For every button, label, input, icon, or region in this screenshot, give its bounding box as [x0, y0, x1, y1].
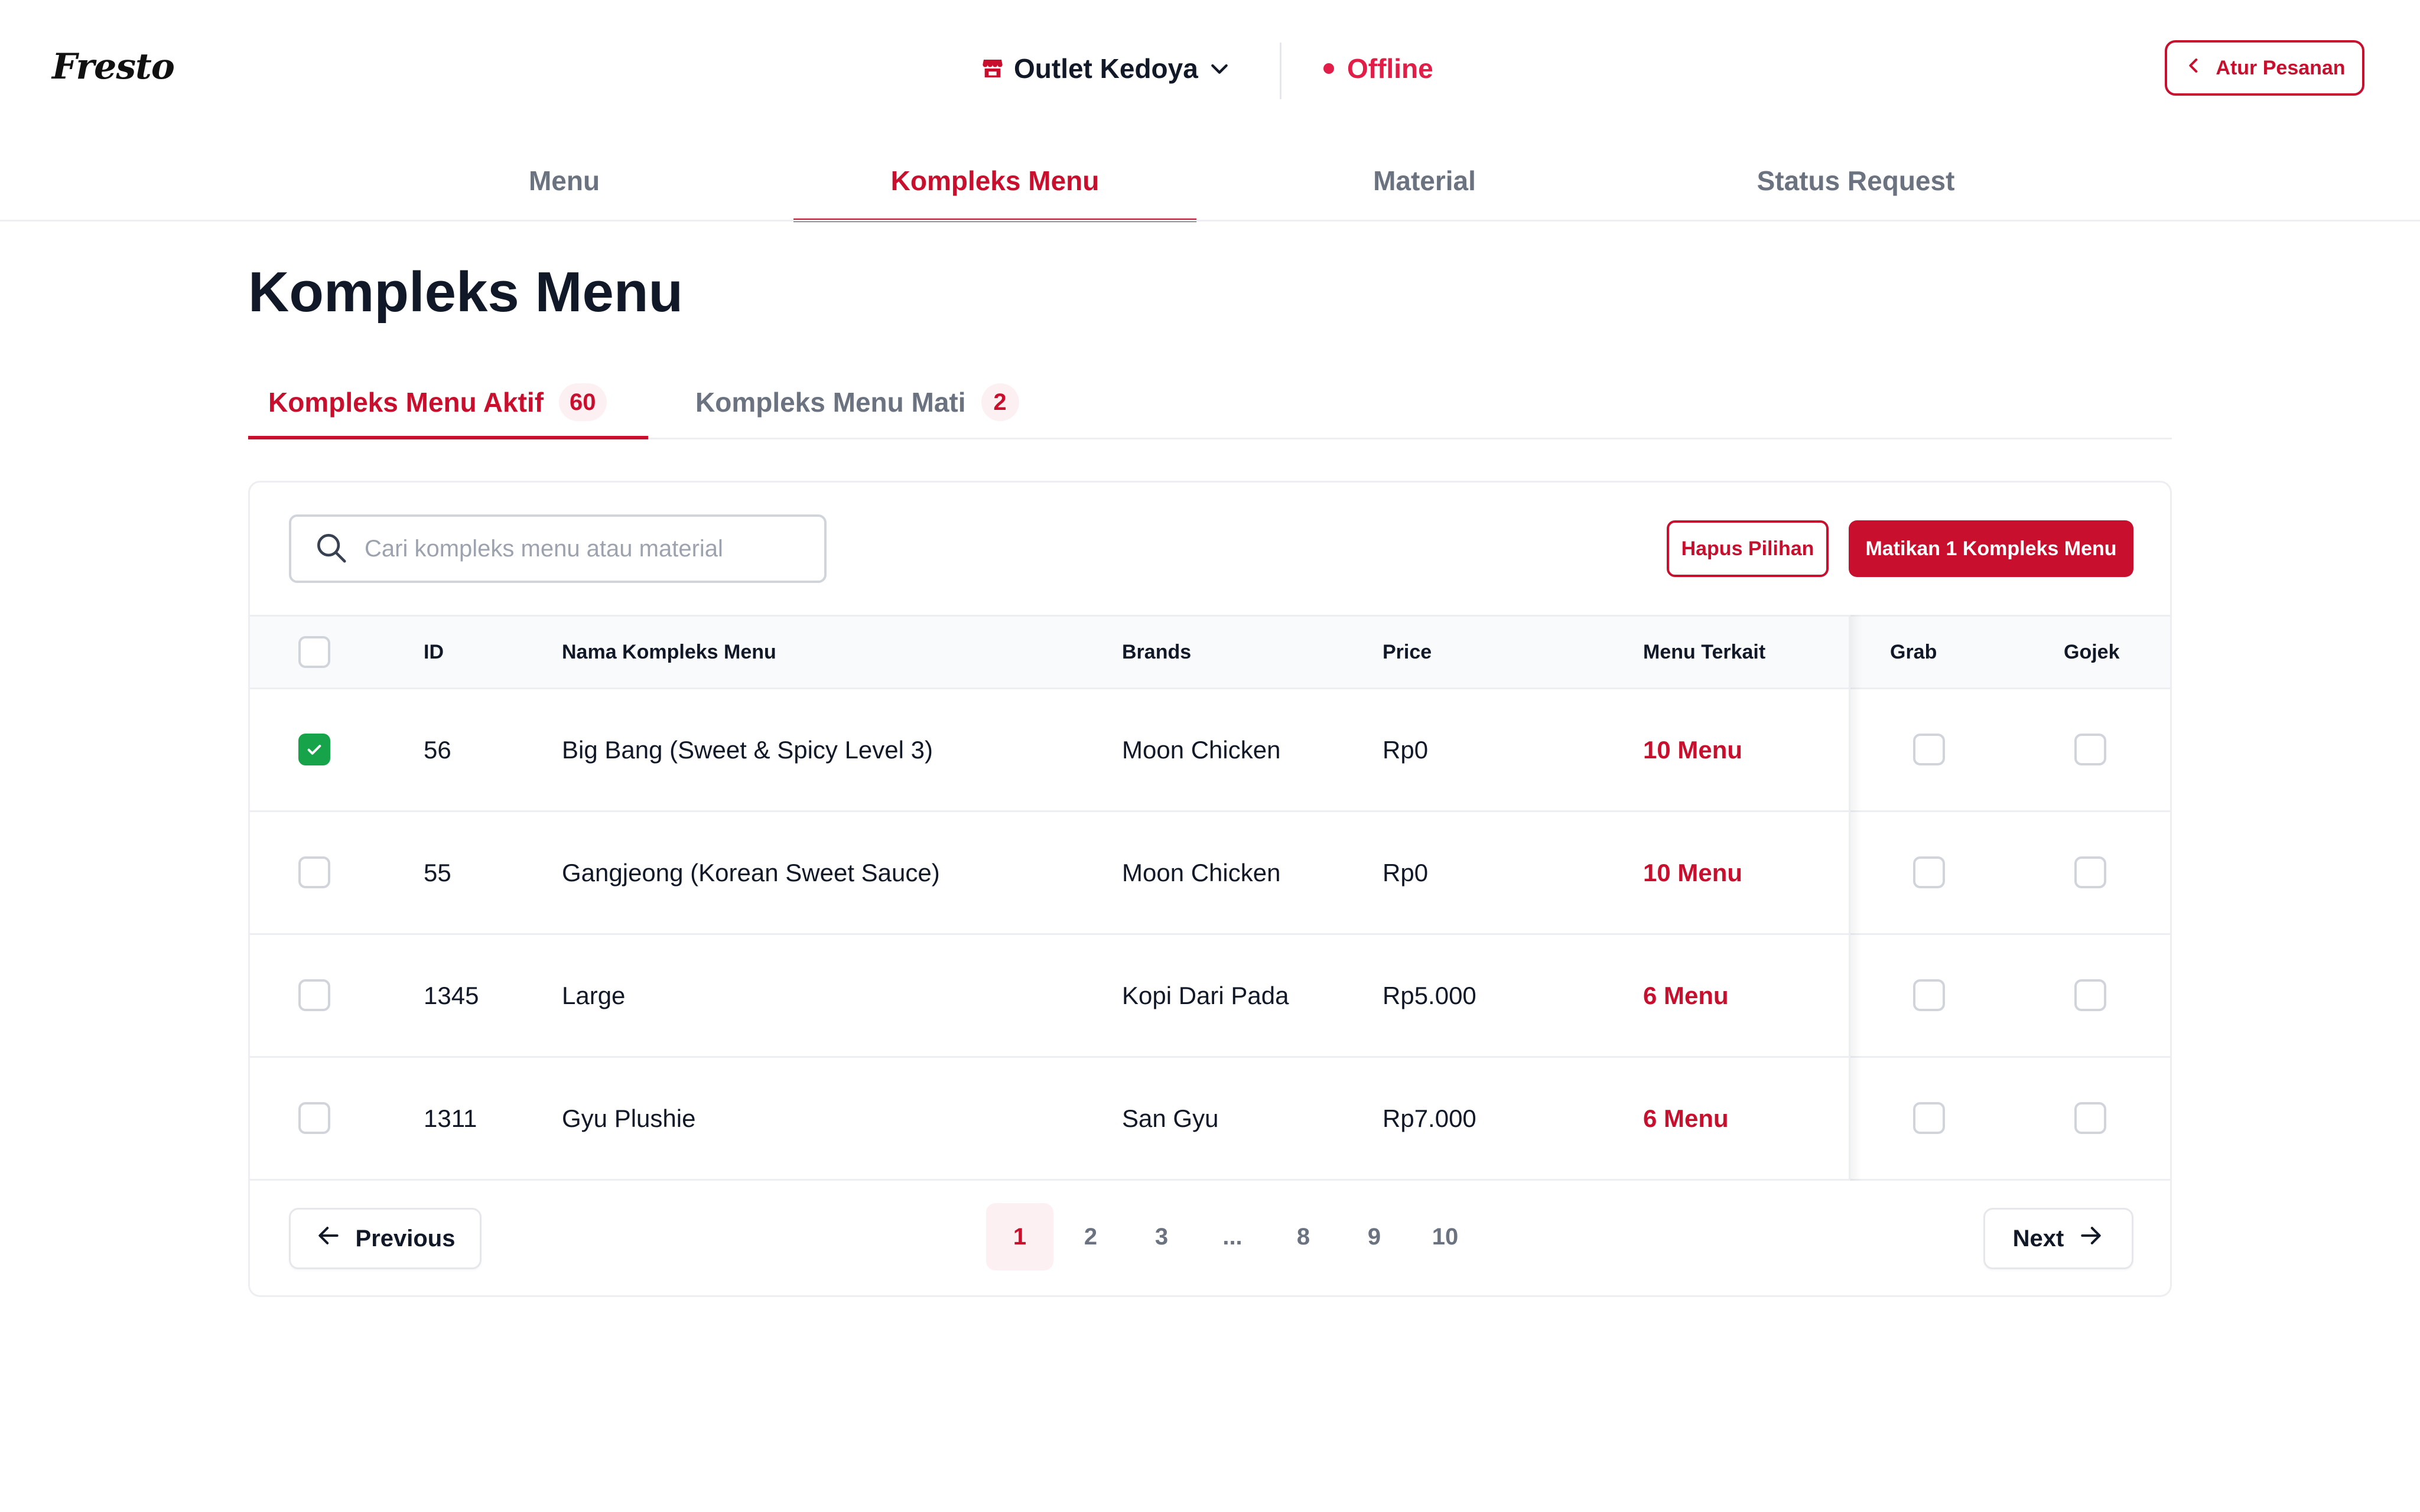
- tab-kompleks-menu-label: Kompleks Menu: [890, 165, 1100, 196]
- page-1-button[interactable]: 1: [986, 1203, 1053, 1270]
- cell-brand: Kopi Dari Pada: [1122, 981, 1289, 1009]
- select-all-checkbox[interactable]: [298, 636, 330, 668]
- status-dot: [1323, 63, 1334, 74]
- menu-terkait-link[interactable]: 10 Menu: [1643, 812, 1742, 933]
- gojek-checkbox[interactable]: [2074, 856, 2106, 888]
- next-page-button[interactable]: Next: [1983, 1208, 2133, 1269]
- column-header-price: Price: [1383, 640, 1432, 663]
- main-nav: Menu Kompleks Menu Material Status Reque…: [0, 139, 2420, 222]
- cell-id: 55: [424, 858, 451, 887]
- cell-price: Rp0: [1383, 858, 1429, 887]
- cell-name: Gyu Plushie: [562, 1104, 696, 1132]
- column-header-id: ID: [424, 640, 444, 663]
- cell-name: Big Bang (Sweet & Spicy Level 3): [562, 735, 933, 764]
- cell-brand: Moon Chicken: [1122, 858, 1281, 887]
- tab-menu[interactable]: Menu: [360, 139, 768, 222]
- page-10-button[interactable]: 10: [1411, 1203, 1479, 1270]
- grab-checkbox[interactable]: [1913, 1102, 1945, 1134]
- tab-kompleks-menu-aktif[interactable]: Kompleks Menu Aktif 60: [248, 365, 648, 439]
- count-badge: 60: [559, 383, 607, 421]
- nav-divider: [0, 220, 2420, 221]
- previous-label: Previous: [355, 1225, 456, 1252]
- atur-pesanan-button[interactable]: Atur Pesanan: [2165, 40, 2364, 96]
- outlet-status: Offline: [1323, 50, 1433, 87]
- status-label: Offline: [1347, 53, 1433, 84]
- cell-name: Gangjeong (Korean Sweet Sauce): [562, 858, 940, 887]
- page-title: Kompleks Menu: [248, 260, 684, 324]
- cell-id: 56: [424, 735, 451, 764]
- sticky-column-divider: [1849, 615, 1850, 1181]
- outlet-selector[interactable]: Outlet Kedoya: [981, 50, 1231, 87]
- grab-checkbox[interactable]: [1913, 734, 1945, 765]
- cell-brand: Moon Chicken: [1122, 735, 1281, 764]
- table-row[interactable]: 1345 Large Kopi Dari Pada Rp5.000 6 Menu: [250, 935, 2170, 1058]
- tab-kompleks-menu[interactable]: Kompleks Menu: [793, 139, 1196, 222]
- column-header-brands: Brands: [1122, 640, 1192, 663]
- table-row[interactable]: 1311 Gyu Plushie San Gyu Rp7.000 6 Menu: [250, 1058, 2170, 1181]
- page-ellipsis: ...: [1222, 1223, 1242, 1250]
- search-box[interactable]: [289, 514, 827, 583]
- count-badge: 2: [981, 383, 1019, 421]
- tab-status-request-label: Status Request: [1757, 165, 1955, 196]
- chevron-left-icon: [2184, 56, 2204, 81]
- menu-terkait-link[interactable]: 10 Menu: [1643, 689, 1742, 810]
- matikan-kompleks-menu-button[interactable]: Matikan 1 Kompleks Menu: [1849, 520, 2133, 577]
- search-input[interactable]: [363, 535, 824, 563]
- gojek-checkbox[interactable]: [2074, 979, 2106, 1011]
- page-9-button[interactable]: 9: [1341, 1203, 1408, 1270]
- gojek-checkbox[interactable]: [2074, 734, 2106, 765]
- chevron-down-icon: [1208, 57, 1231, 80]
- grab-checkbox[interactable]: [1913, 856, 1945, 888]
- previous-page-button[interactable]: Previous: [289, 1208, 482, 1269]
- tab-menu-label: Menu: [528, 165, 600, 196]
- menu-terkait-link[interactable]: 6 Menu: [1643, 935, 1729, 1056]
- column-header-grab: Grab: [1890, 640, 1937, 663]
- tab-material-label: Material: [1373, 165, 1476, 196]
- sub-tab-label: Kompleks Menu Mati: [695, 387, 966, 418]
- outlet-name: Outlet Kedoya: [1014, 53, 1198, 84]
- next-label: Next: [2012, 1225, 2064, 1252]
- kompleks-menu-table-card: Hapus Pilihan Matikan 1 Kompleks Menu ID…: [248, 481, 2172, 1297]
- menu-terkait-link[interactable]: 6 Menu: [1643, 1058, 1729, 1179]
- page-8-button[interactable]: 8: [1270, 1203, 1337, 1270]
- sticky-column-shadow: [1849, 615, 1862, 1181]
- cell-price: Rp0: [1383, 735, 1429, 764]
- cell-brand: San Gyu: [1122, 1104, 1219, 1132]
- column-header-menu-terkait: Menu Terkait: [1643, 640, 1766, 663]
- arrow-right-icon: [2078, 1223, 2104, 1254]
- row-select-checkbox[interactable]: [298, 979, 330, 1011]
- fresto-logo[interactable]: Fresto: [52, 46, 175, 87]
- grab-checkbox[interactable]: [1913, 979, 1945, 1011]
- row-select-checkbox[interactable]: [298, 856, 330, 888]
- search-icon: [313, 529, 349, 569]
- cell-id: 1311: [424, 1104, 477, 1132]
- atur-pesanan-label: Atur Pesanan: [2216, 56, 2346, 79]
- sub-tab-label: Kompleks Menu Aktif: [268, 387, 544, 418]
- active-sub-tab-underline: [248, 436, 648, 439]
- hapus-pilihan-button[interactable]: Hapus Pilihan: [1667, 520, 1829, 577]
- check-icon: [307, 745, 321, 755]
- tab-material[interactable]: Material: [1223, 139, 1626, 222]
- header-divider: [1280, 43, 1281, 99]
- table-header: ID Nama Kompleks Menu Brands Price Menu …: [250, 615, 2170, 689]
- gojek-checkbox[interactable]: [2074, 1102, 2106, 1134]
- table-row[interactable]: 55 Gangjeong (Korean Sweet Sauce) Moon C…: [250, 812, 2170, 935]
- sub-tabs: Kompleks Menu Aktif 60 Kompleks Menu Mat…: [248, 365, 2172, 439]
- row-select-checkbox[interactable]: [298, 734, 330, 765]
- page-3-button[interactable]: 3: [1128, 1203, 1195, 1270]
- row-select-checkbox[interactable]: [298, 1102, 330, 1134]
- tab-kompleks-menu-mati[interactable]: Kompleks Menu Mati 2: [695, 365, 1050, 439]
- arrow-left-icon: [315, 1223, 341, 1254]
- page-2-button[interactable]: 2: [1057, 1203, 1124, 1270]
- store-icon: [981, 57, 1004, 80]
- column-header-name: Nama Kompleks Menu: [562, 640, 776, 663]
- cell-id: 1345: [424, 981, 479, 1009]
- column-header-gojek: Gojek: [2064, 640, 2120, 663]
- cell-price: Rp5.000: [1383, 981, 1476, 1009]
- tab-status-request[interactable]: Status Request: [1654, 139, 2057, 222]
- cell-name: Large: [562, 981, 626, 1009]
- table-row[interactable]: 56 Big Bang (Sweet & Spicy Level 3) Moon…: [250, 689, 2170, 812]
- cell-price: Rp7.000: [1383, 1104, 1476, 1132]
